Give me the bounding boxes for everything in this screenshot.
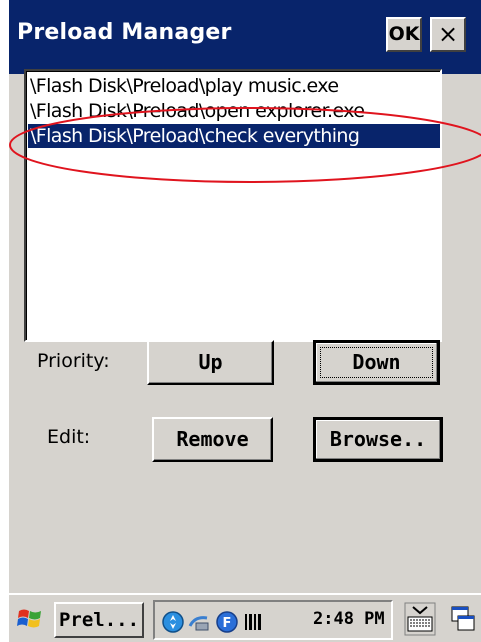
f-key-icon[interactable]: F: [215, 610, 239, 634]
ok-button[interactable]: OK: [386, 17, 422, 52]
clock[interactable]: 2:48 PM: [313, 609, 385, 629]
list-item-open-explorer[interactable]: \Flash Disk\Preload\open explorer.exe: [30, 99, 365, 123]
list-item-play-music[interactable]: \Flash Disk\Preload\play music.exe: [30, 74, 339, 98]
list-item-check-everything[interactable]: \Flash Disk\Preload\check everything: [28, 124, 440, 148]
up-button[interactable]: Up: [147, 340, 274, 385]
preload-list[interactable]: \Flash Disk\Preload\play music.exe \Flas…: [24, 69, 442, 342]
priority-label: Priority:: [37, 350, 110, 372]
down-button[interactable]: Down: [313, 340, 440, 385]
taskbar: Prel... F 2:48 PM: [9, 593, 481, 642]
up-button-label: Up: [198, 350, 223, 374]
focus-indicator: [320, 347, 433, 378]
start-windows-icon[interactable]: [15, 604, 45, 634]
system-tray: F 2:48 PM: [153, 600, 393, 640]
close-button[interactable]: ×: [430, 17, 466, 52]
barcode-icon[interactable]: [242, 610, 266, 634]
browse-button[interactable]: Browse..: [313, 417, 443, 462]
browse-button-label: Browse..: [329, 427, 427, 451]
window-title: Preload Manager: [17, 20, 232, 45]
network-icon[interactable]: [161, 610, 185, 634]
svg-text:F: F: [223, 616, 232, 631]
remove-button-label: Remove: [176, 427, 249, 451]
connection-icon[interactable]: [187, 610, 211, 634]
edit-label: Edit:: [47, 426, 91, 448]
device-screen: Preload Manager OK × \Flash Disk\Preload…: [9, 0, 481, 642]
keyboard-icon[interactable]: [403, 601, 437, 637]
title-bar: Preload Manager OK ×: [9, 0, 481, 74]
remove-button[interactable]: Remove: [152, 417, 273, 462]
taskbar-preload-button[interactable]: Prel...: [54, 602, 144, 638]
window-switch-icon[interactable]: [449, 603, 477, 635]
